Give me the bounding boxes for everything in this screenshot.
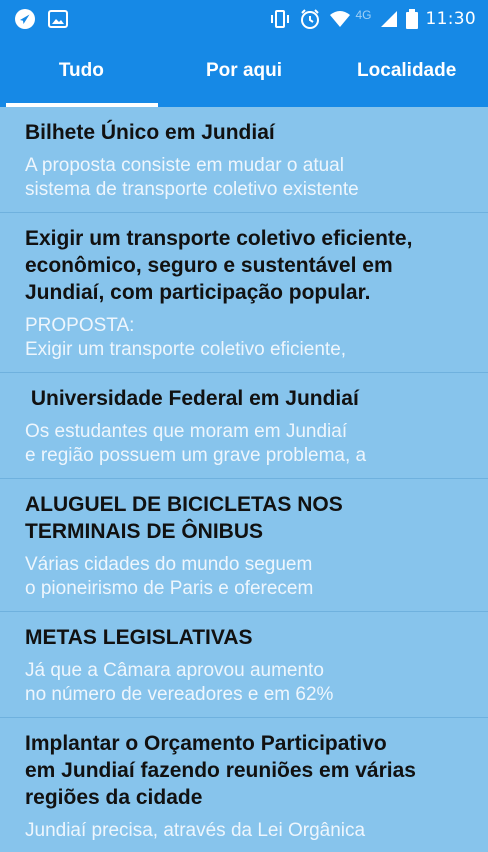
status-bar: 4G 11:30 xyxy=(0,0,488,38)
item-title: Exigir um transporte coletivo eficiente,… xyxy=(25,227,413,304)
item-title: METAS LEGISLATIVAS xyxy=(25,626,253,649)
tab-por-aqui[interactable]: Por aqui xyxy=(163,38,326,107)
item-summary: Jundiaí precisa, através da Lei Orgânica xyxy=(25,820,366,841)
proposal-list[interactable]: Bilhete Único em Jundiaí A proposta cons… xyxy=(0,107,488,852)
list-item[interactable]: Universidade Federal em Jundiaí Os estud… xyxy=(0,373,488,479)
list-item[interactable]: Exigir um transporte coletivo eficiente,… xyxy=(0,213,488,373)
clock-time: 11:30 xyxy=(425,9,476,29)
wifi-icon xyxy=(329,10,351,28)
tab-tudo[interactable]: Tudo xyxy=(0,38,163,107)
item-summary: A proposta consiste em mudar o atual sis… xyxy=(25,155,359,200)
vibrate-icon xyxy=(269,10,291,28)
item-title: Implantar o Orçamento Participativo em J… xyxy=(25,732,416,809)
item-title: Bilhete Único em Jundiaí xyxy=(25,121,275,144)
item-summary: Os estudantes que moram em Jundiaí e reg… xyxy=(25,421,367,466)
item-title: ALUGUEL DE BICICLETAS NOS TERMINAIS DE Ô… xyxy=(25,493,343,543)
list-item[interactable]: ALUGUEL DE BICICLETAS NOS TERMINAIS DE Ô… xyxy=(0,479,488,612)
list-item[interactable]: Bilhete Único em Jundiaí A proposta cons… xyxy=(0,107,488,213)
item-summary: Várias cidades do mundo seguem o pioneir… xyxy=(25,554,314,599)
image-icon xyxy=(48,10,68,28)
alarm-icon xyxy=(299,8,321,30)
list-item[interactable]: Implantar o Orçamento Participativo em J… xyxy=(0,718,488,852)
item-summary: PROPOSTA: Exigir um transporte coletivo … xyxy=(25,315,347,360)
tab-localidade[interactable]: Localidade xyxy=(325,38,488,107)
signal-icon xyxy=(380,10,398,28)
tab-bar: Tudo Por aqui Localidade xyxy=(0,38,488,107)
battery-icon xyxy=(405,9,418,29)
navigation-icon xyxy=(14,8,36,30)
item-title: Universidade Federal em Jundiaí xyxy=(25,387,359,410)
item-summary: Já que a Câmara aprovou aumento no númer… xyxy=(25,660,334,705)
list-item[interactable]: METAS LEGISLATIVAS Já que a Câmara aprov… xyxy=(0,612,488,718)
network-type-label: 4G xyxy=(355,8,372,22)
